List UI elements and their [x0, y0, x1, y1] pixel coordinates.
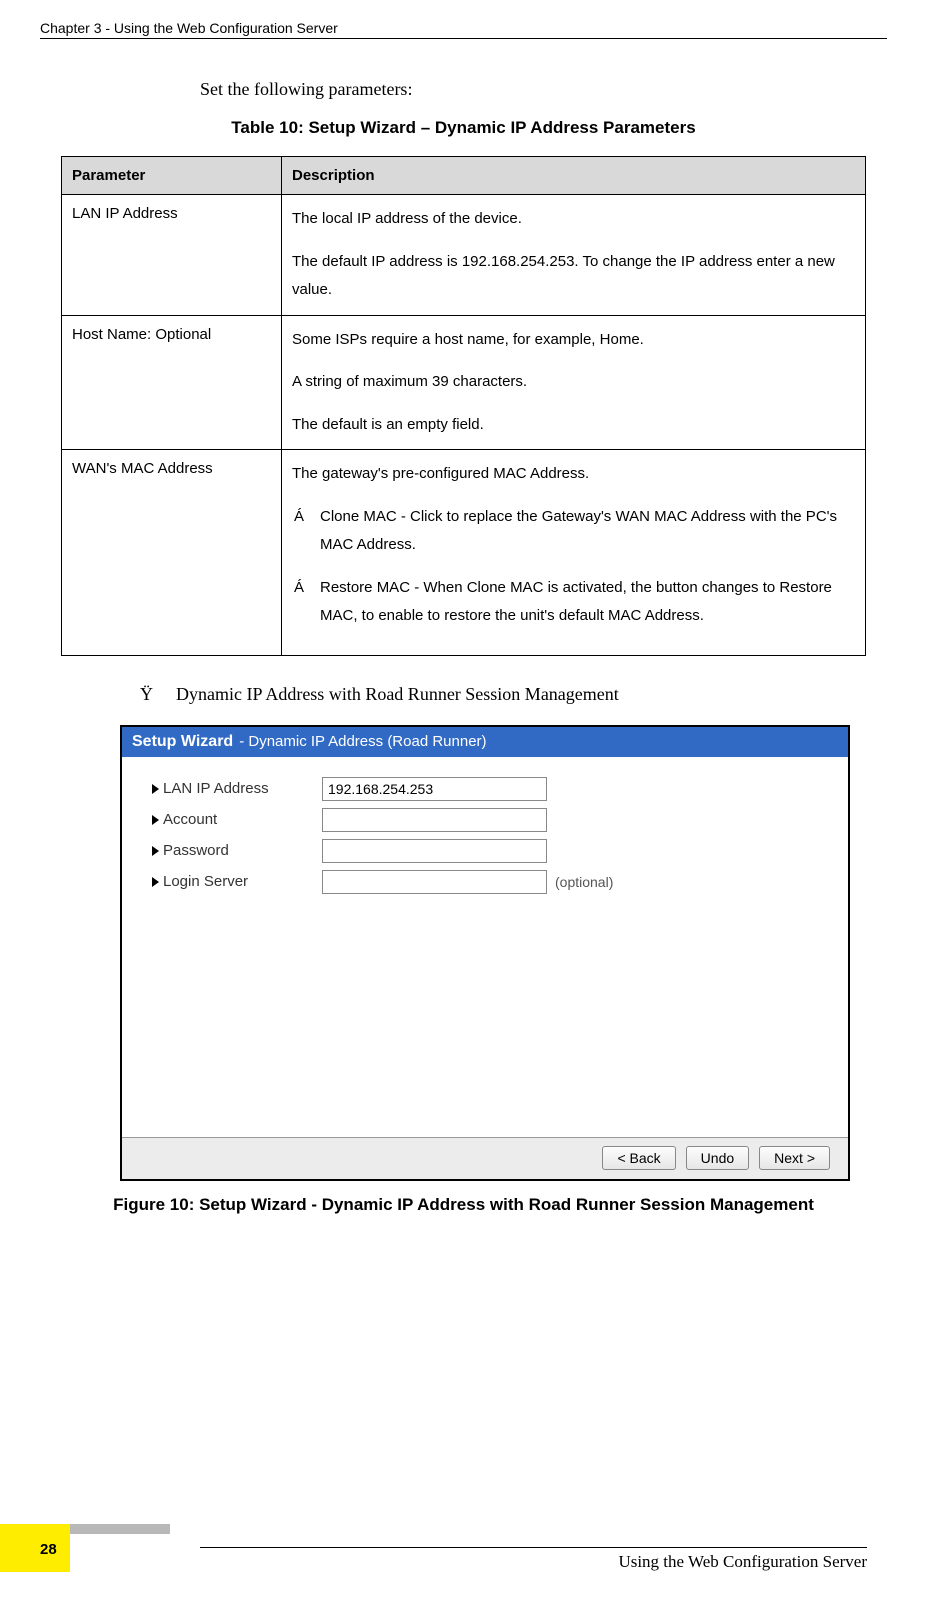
wizard-titlebar: Setup Wizard - Dynamic IP Address (Road …: [122, 727, 848, 757]
list-bullet: Á: [292, 574, 320, 631]
desc-text: Clone MAC - Click to replace the Gateway…: [320, 503, 855, 560]
wizard-subtitle: - Dynamic IP Address (Road Runner): [239, 733, 486, 750]
password-input[interactable]: [322, 839, 547, 863]
optional-hint: (optional): [555, 874, 613, 890]
page-header: Chapter 3 - Using the Web Configuration …: [40, 20, 887, 39]
triangle-icon: [152, 877, 159, 887]
col-parameter: Parameter: [62, 157, 282, 195]
wizard-body: LAN IP Address Account Password Login Se…: [122, 757, 848, 1137]
setup-wizard-screenshot: Setup Wizard - Dynamic IP Address (Road …: [120, 725, 850, 1181]
triangle-icon: [152, 784, 159, 794]
password-label: Password: [163, 842, 229, 859]
page-footer: Using the Web Configuration Server 28: [0, 1547, 927, 1572]
desc-text: The gateway's pre-configured MAC Address…: [292, 460, 855, 489]
back-button[interactable]: < Back: [602, 1146, 675, 1170]
account-input[interactable]: [322, 808, 547, 832]
intro-text: Set the following parameters:: [200, 79, 927, 100]
param-name: Host Name: Optional: [62, 315, 282, 450]
login-server-input[interactable]: [322, 870, 547, 894]
wizard-footer: < Back Undo Next >: [122, 1137, 848, 1179]
list-item: Ÿ Dynamic IP Address with Road Runner Se…: [140, 684, 927, 705]
page-number: 28: [40, 1541, 57, 1558]
col-description: Description: [282, 157, 866, 195]
list-bullet: Á: [292, 503, 320, 560]
triangle-icon: [152, 846, 159, 856]
figure-caption: Figure 10: Setup Wizard - Dynamic IP Add…: [40, 1195, 887, 1215]
list-item-text: Dynamic IP Address with Road Runner Sess…: [176, 684, 619, 705]
login-server-label: Login Server: [163, 873, 248, 890]
table-row: Host Name: Optional Some ISPs require a …: [62, 315, 866, 450]
bullet-icon: Ÿ: [140, 684, 176, 705]
desc-text: The local IP address of the device.: [292, 205, 855, 234]
table-row: WAN's MAC Address The gateway's pre-conf…: [62, 450, 866, 656]
footer-color-block: [0, 1524, 70, 1572]
table-row: LAN IP Address The local IP address of t…: [62, 195, 866, 316]
triangle-icon: [152, 815, 159, 825]
parameters-table: Parameter Description LAN IP Address The…: [61, 156, 866, 656]
desc-text: A string of maximum 39 characters.: [292, 368, 855, 397]
desc-text: The default IP address is 192.168.254.25…: [292, 248, 855, 305]
chapter-label: Chapter 3 - Using the Web Configuration …: [40, 20, 338, 36]
param-name: LAN IP Address: [62, 195, 282, 316]
param-name: WAN's MAC Address: [62, 450, 282, 656]
lan-ip-label: LAN IP Address: [163, 780, 269, 797]
undo-button[interactable]: Undo: [686, 1146, 749, 1170]
desc-text: Some ISPs require a host name, for examp…: [292, 326, 855, 355]
wizard-title: Setup Wizard: [132, 733, 233, 751]
table-caption: Table 10: Setup Wizard – Dynamic IP Addr…: [0, 118, 927, 138]
lan-ip-input[interactable]: [322, 777, 547, 801]
desc-text: Restore MAC - When Clone MAC is activate…: [320, 574, 855, 631]
desc-text: The default is an empty field.: [292, 411, 855, 440]
account-label: Account: [163, 811, 217, 828]
next-button[interactable]: Next >: [759, 1146, 830, 1170]
